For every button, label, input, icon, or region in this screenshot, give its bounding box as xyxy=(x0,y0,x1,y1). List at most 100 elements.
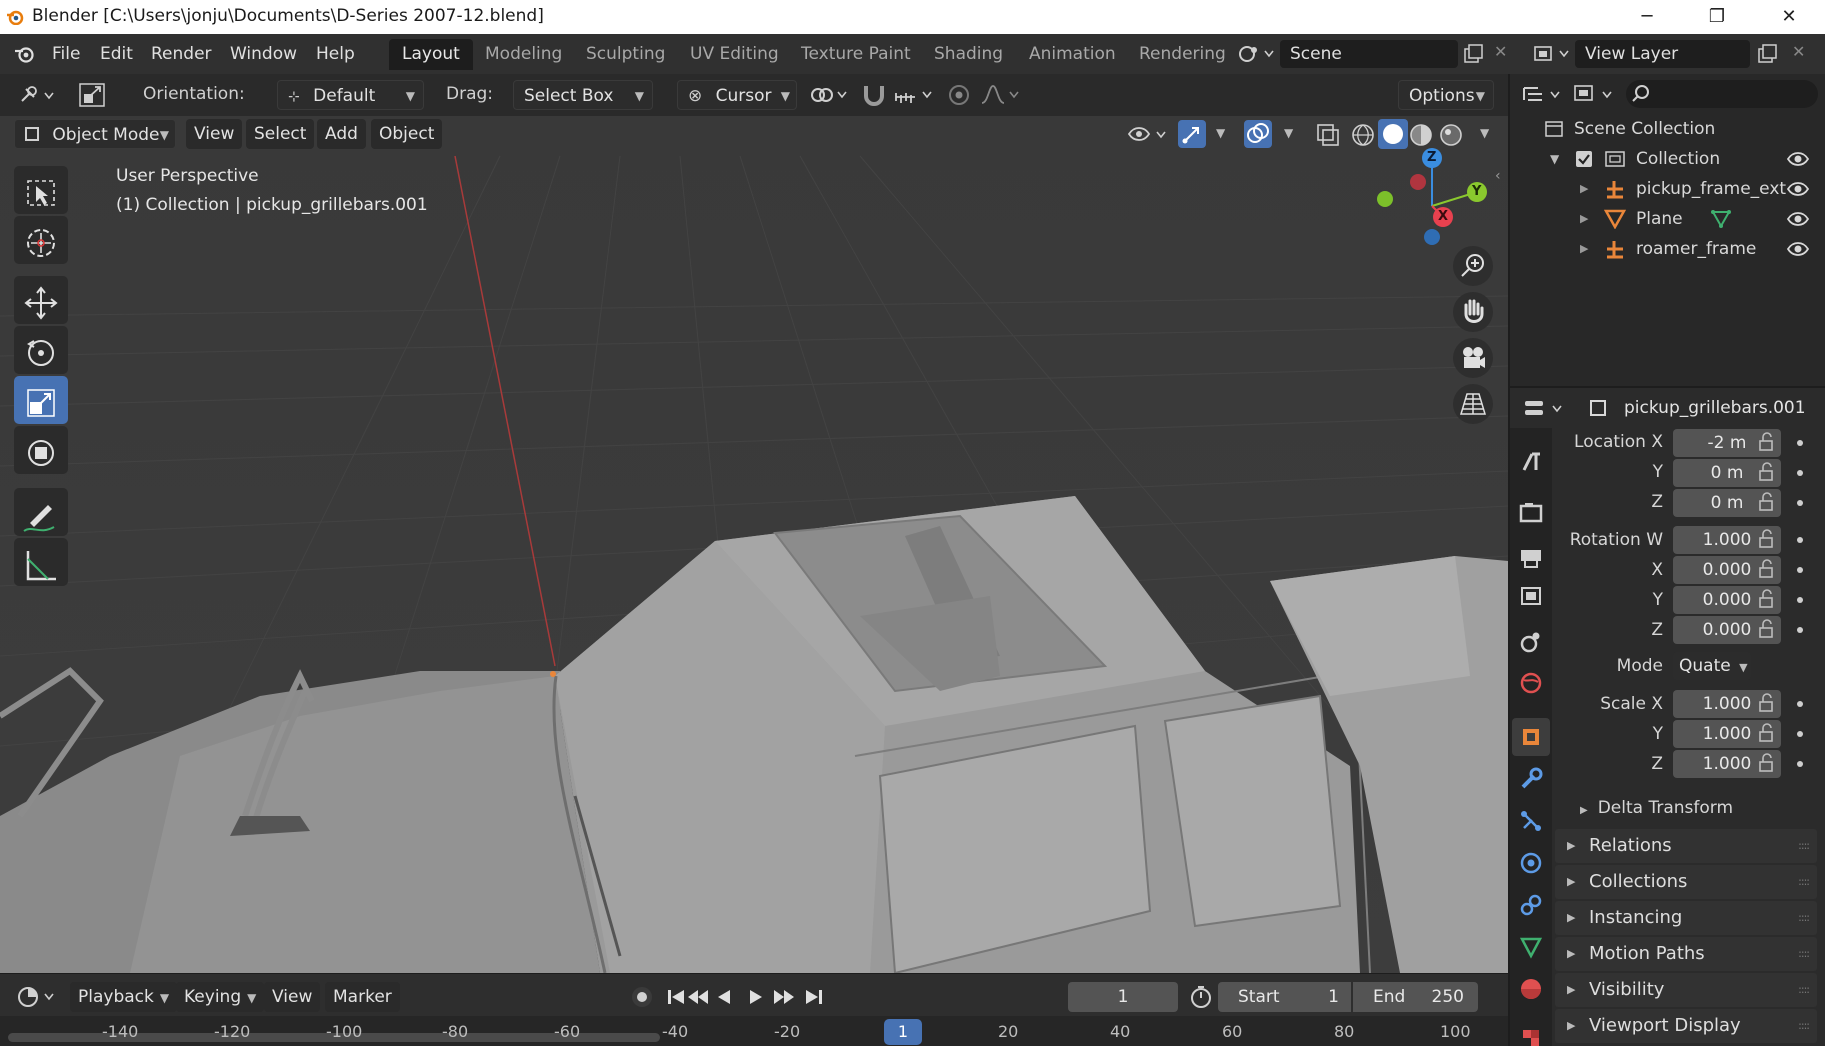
lock-icon[interactable] xyxy=(1757,462,1779,484)
keyframe-dot[interactable] xyxy=(1797,440,1803,446)
tab-render-properties[interactable] xyxy=(1512,494,1550,532)
keyframe-dot[interactable] xyxy=(1797,537,1803,543)
measure-tool[interactable] xyxy=(14,538,68,586)
drag-grip-icon[interactable]: :::: xyxy=(1798,865,1810,899)
drag-grip-icon[interactable]: :::: xyxy=(1798,937,1810,971)
expand-arrow-icon[interactable]: ▶ xyxy=(1580,204,1588,234)
outliner-row-collection[interactable]: ▼ Collection xyxy=(1510,144,1825,174)
transform-affect-icon[interactable] xyxy=(808,83,852,107)
menu-render[interactable]: Render xyxy=(145,42,218,66)
eye-icon[interactable] xyxy=(1786,180,1810,198)
remove-view-layer-icon[interactable]: ✕ xyxy=(1792,42,1805,61)
tab-rendering[interactable]: Rendering xyxy=(1126,39,1239,70)
view-layer-field[interactable]: View Layer xyxy=(1575,40,1750,68)
move-tool[interactable] xyxy=(14,276,68,324)
lock-icon[interactable] xyxy=(1757,529,1779,551)
lock-icon[interactable] xyxy=(1757,589,1779,611)
panel-relations[interactable]: ▶ Relations:::: xyxy=(1555,829,1817,863)
expand-arrow-icon[interactable]: ▶ xyxy=(1580,174,1588,204)
collection-checkbox[interactable] xyxy=(1576,151,1592,167)
timeline-keying-menu[interactable]: Keying ▼ xyxy=(176,982,265,1012)
3d-viewport[interactable]: User Perspective (1) Collection | pickup… xyxy=(0,116,1508,973)
annotate-tool[interactable] xyxy=(14,488,68,536)
jump-start-icon[interactable] xyxy=(668,990,684,1004)
drag-grip-icon[interactable]: :::: xyxy=(1798,1009,1810,1043)
tab-shading[interactable]: Shading xyxy=(921,39,1016,70)
new-scene-icon[interactable] xyxy=(1462,44,1484,64)
editor-type-icon[interactable] xyxy=(18,84,58,106)
lock-icon[interactable] xyxy=(1757,432,1779,454)
lock-icon[interactable] xyxy=(1757,492,1779,514)
outliner-row-pickup-frame-ext[interactable]: ▶ pickup_frame_ext xyxy=(1510,174,1825,204)
tab-data-properties[interactable] xyxy=(1512,928,1550,966)
tab-texture-properties[interactable] xyxy=(1512,1020,1550,1046)
keyframe-dot[interactable] xyxy=(1797,567,1803,573)
snap-target-icon[interactable] xyxy=(893,83,937,107)
sidebar-toggle-icon[interactable]: ‹ xyxy=(1495,168,1501,184)
scene-browse-icon[interactable] xyxy=(1237,43,1277,65)
tab-object-properties[interactable] xyxy=(1512,718,1550,756)
view-layer-browse-icon[interactable] xyxy=(1532,43,1572,65)
lock-icon[interactable] xyxy=(1757,753,1779,775)
eye-icon[interactable] xyxy=(1786,210,1810,228)
panel-instancing[interactable]: ▶ Instancing:::: xyxy=(1555,901,1817,935)
tab-world-properties[interactable] xyxy=(1512,664,1550,702)
chevron-down-icon[interactable]: ▼ xyxy=(1216,126,1225,140)
scale-tool[interactable] xyxy=(14,376,68,424)
orientation-dropdown[interactable]: ⊹ Default ▼ xyxy=(277,80,424,110)
tab-modeling[interactable]: Modeling xyxy=(472,39,575,70)
blender-menu-icon[interactable] xyxy=(14,44,36,64)
keyframe-dot[interactable] xyxy=(1797,470,1803,476)
tab-sculpting[interactable]: Sculpting xyxy=(573,39,678,70)
rendered-shading-icon[interactable] xyxy=(1438,122,1464,148)
keyframe-dot[interactable] xyxy=(1797,731,1803,737)
menu-edit[interactable]: Edit xyxy=(94,42,139,66)
keyframe-dot[interactable] xyxy=(1797,597,1803,603)
keyframe-dot[interactable] xyxy=(1797,761,1803,767)
minimize-button[interactable]: ─ xyxy=(1620,0,1674,34)
solid-shading-button[interactable] xyxy=(1378,119,1408,149)
timeline-view-menu[interactable]: View xyxy=(264,982,321,1012)
display-mode-icon[interactable] xyxy=(1572,82,1618,108)
tab-layout[interactable]: Layout xyxy=(389,39,473,70)
tab-material-properties[interactable] xyxy=(1512,970,1550,1008)
options-dropdown[interactable]: Options ▼ xyxy=(1398,80,1494,110)
proportional-falloff-icon[interactable] xyxy=(980,83,1024,107)
header-menu-object[interactable]: Object xyxy=(371,119,443,149)
xray-toggle-icon[interactable] xyxy=(1315,122,1341,148)
drag-grip-icon[interactable]: :::: xyxy=(1798,901,1810,935)
expand-arrow-icon[interactable]: ▼ xyxy=(1550,144,1559,174)
close-button[interactable]: ✕ xyxy=(1762,0,1816,34)
start-frame-field[interactable]: Start 1 xyxy=(1218,982,1351,1012)
tab-uv-editing[interactable]: UV Editing xyxy=(677,39,792,70)
jump-end-icon[interactable] xyxy=(806,990,822,1004)
remove-scene-icon[interactable]: ✕ xyxy=(1494,42,1507,61)
lock-icon[interactable] xyxy=(1757,559,1779,581)
tab-view-layer-properties[interactable] xyxy=(1512,578,1550,616)
record-button[interactable] xyxy=(632,987,652,1007)
drag-grip-icon[interactable]: :::: xyxy=(1798,973,1810,1007)
outliner-search-input[interactable] xyxy=(1626,80,1818,108)
keyframe-dot[interactable] xyxy=(1797,627,1803,633)
panel-motion-paths[interactable]: ▶ Motion Paths:::: xyxy=(1555,937,1817,971)
tab-physics-properties[interactable] xyxy=(1512,844,1550,882)
object-mode-dropdown[interactable]: Object Mode ▼ xyxy=(14,119,176,149)
tab-particle-properties[interactable] xyxy=(1512,802,1550,840)
eye-icon[interactable] xyxy=(1786,150,1810,168)
tab-constraint-properties[interactable] xyxy=(1512,886,1550,924)
show-gizmo-toggle[interactable] xyxy=(1178,120,1206,148)
new-view-layer-icon[interactable] xyxy=(1756,44,1778,64)
pivot-dropdown[interactable]: ⊗ Cursor ▼ xyxy=(677,80,797,110)
lock-icon[interactable] xyxy=(1757,619,1779,641)
tab-tool-properties[interactable] xyxy=(1512,442,1550,480)
keyframe-dot[interactable] xyxy=(1797,701,1803,707)
rotation-mode-dropdown[interactable]: Quate ▼ xyxy=(1673,652,1751,680)
panel-collections[interactable]: ▶ Collections:::: xyxy=(1555,865,1817,899)
material-preview-icon[interactable] xyxy=(1408,122,1434,148)
menu-window[interactable]: Window xyxy=(224,42,303,66)
outliner-row-scene-collection[interactable]: Scene Collection xyxy=(1510,114,1825,144)
wireframe-shading-icon[interactable] xyxy=(1350,122,1376,148)
panel-viewport-display[interactable]: ▶ Viewport Display:::: xyxy=(1555,1009,1817,1043)
end-frame-field[interactable]: End 250 xyxy=(1353,982,1478,1012)
menu-help[interactable]: Help xyxy=(310,42,361,66)
